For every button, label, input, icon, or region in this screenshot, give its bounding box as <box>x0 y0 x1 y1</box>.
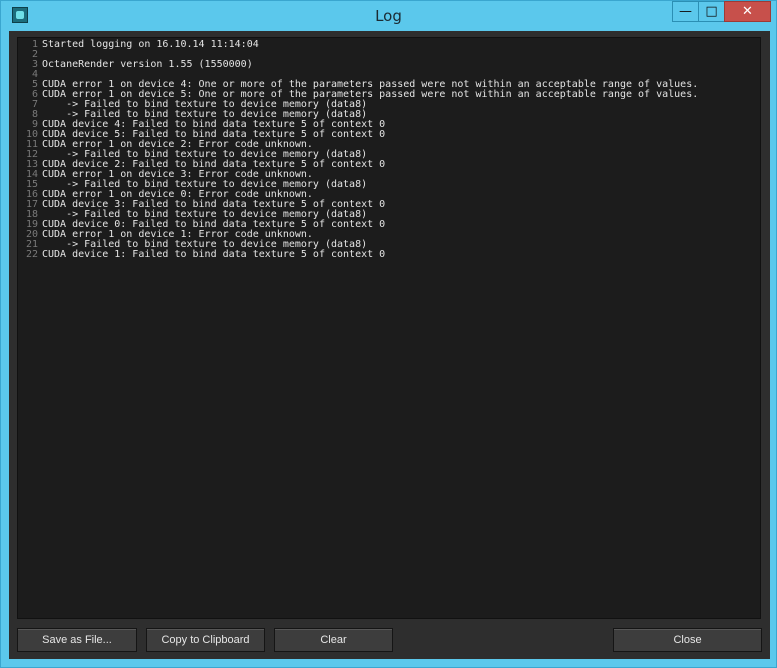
line-number: 5 <box>31 79 38 90</box>
log-line: 1 Started logging on 16.10.14 11:14:04 <box>18 40 698 50</box>
line-text: OctaneRender version 1.55 (1550000) <box>42 59 253 70</box>
copy-to-clipboard-button[interactable]: Copy to Clipboard <box>146 628 265 652</box>
log-line: 3 OctaneRender version 1.55 (1550000) <box>18 60 698 70</box>
line-text: Started logging on 16.10.14 11:14:04 <box>42 39 259 50</box>
log-line: 22 CUDA device 1: Failed to bind data tex… <box>18 250 698 260</box>
line-number: 1 <box>31 39 38 50</box>
line-number: 4 <box>31 69 38 80</box>
minimize-button[interactable]: — <box>672 1 699 22</box>
line-number: 3 <box>31 59 38 70</box>
line-text: CUDA device 1: Failed to bind data textu… <box>42 249 386 260</box>
line-number: 8 <box>31 109 38 120</box>
line-number: 6 <box>31 89 38 100</box>
window-title: Log <box>375 7 402 25</box>
close-window-button[interactable]: ✕ <box>724 1 771 22</box>
maximize-button[interactable]: □ <box>698 1 725 22</box>
line-number: 7 <box>31 99 38 110</box>
clear-button[interactable]: Clear <box>274 628 393 652</box>
title-bar[interactable]: Log — □ ✕ <box>1 1 776 31</box>
log-lines: 1 Started logging on 16.10.14 11:14:04 2 3 O… <box>18 40 698 260</box>
line-number: 22 <box>25 249 38 260</box>
close-button[interactable]: Close <box>613 628 762 652</box>
line-number: 2 <box>31 49 38 60</box>
save-as-file-button[interactable]: Save as File... <box>17 628 137 652</box>
log-window: Log — □ ✕ 1 Started logging on 16.10.14 1… <box>0 0 777 668</box>
client-area: 1 Started logging on 16.10.14 11:14:04 2 3 O… <box>9 31 770 659</box>
log-text-area[interactable]: 1 Started logging on 16.10.14 11:14:04 2 3 O… <box>17 37 761 619</box>
